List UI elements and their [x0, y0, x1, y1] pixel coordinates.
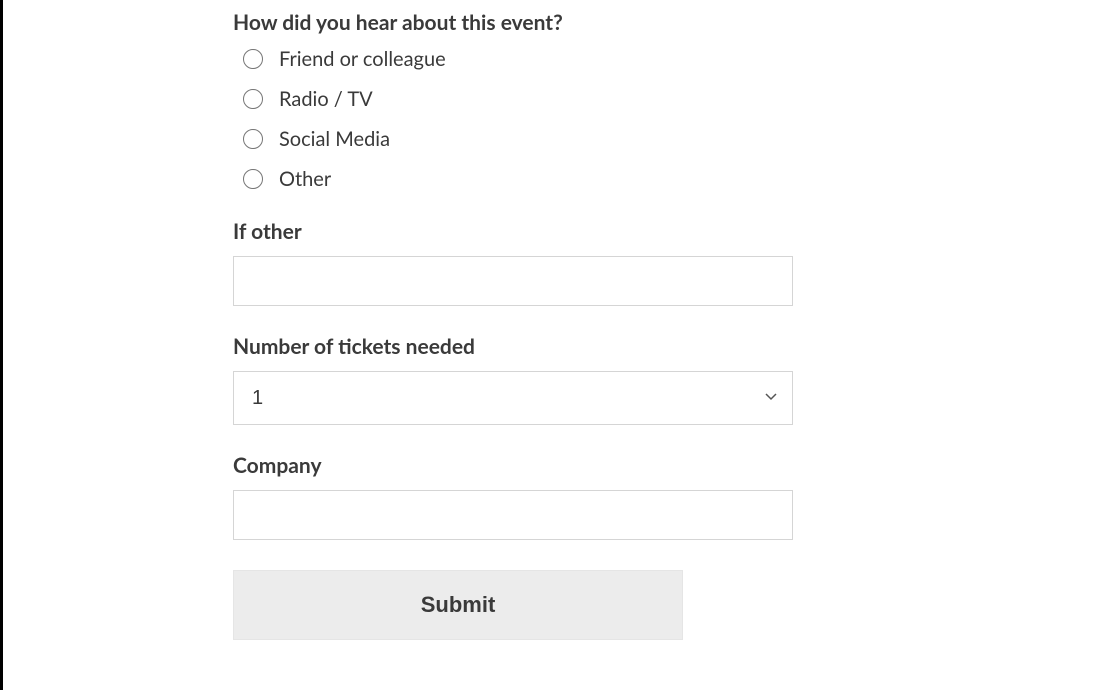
tickets-select-wrapper: 1 — [233, 371, 793, 425]
company-field: Company — [233, 453, 793, 540]
tickets-label: Number of tickets needed — [233, 334, 793, 359]
radio-label[interactable]: Friend or colleague — [279, 47, 446, 71]
radio-item-other: Other — [243, 167, 793, 191]
radio-social-media[interactable] — [243, 129, 263, 149]
radio-friend-colleague[interactable] — [243, 49, 263, 69]
if-other-label: If other — [233, 219, 793, 244]
submit-button[interactable]: Submit — [233, 570, 683, 640]
if-other-input[interactable] — [233, 256, 793, 306]
form-container: How did you hear about this event? Frien… — [3, 0, 793, 640]
radio-item-social-media: Social Media — [243, 127, 793, 151]
radio-label[interactable]: Social Media — [279, 127, 390, 151]
if-other-field: If other — [233, 219, 793, 306]
radio-other[interactable] — [243, 169, 263, 189]
radio-item-radio-tv: Radio / TV — [243, 87, 793, 111]
radio-radio-tv[interactable] — [243, 89, 263, 109]
company-input[interactable] — [233, 490, 793, 540]
radio-label[interactable]: Radio / TV — [279, 87, 373, 111]
hear-about-label: How did you hear about this event? — [233, 10, 793, 35]
company-label: Company — [233, 453, 793, 478]
tickets-select[interactable]: 1 — [233, 371, 793, 425]
radio-label[interactable]: Other — [279, 167, 331, 191]
hear-about-field: How did you hear about this event? Frien… — [233, 10, 793, 191]
tickets-field: Number of tickets needed 1 — [233, 334, 793, 425]
hear-about-radio-group: Friend or colleague Radio / TV Social Me… — [233, 47, 793, 191]
radio-item-friend: Friend or colleague — [243, 47, 793, 71]
